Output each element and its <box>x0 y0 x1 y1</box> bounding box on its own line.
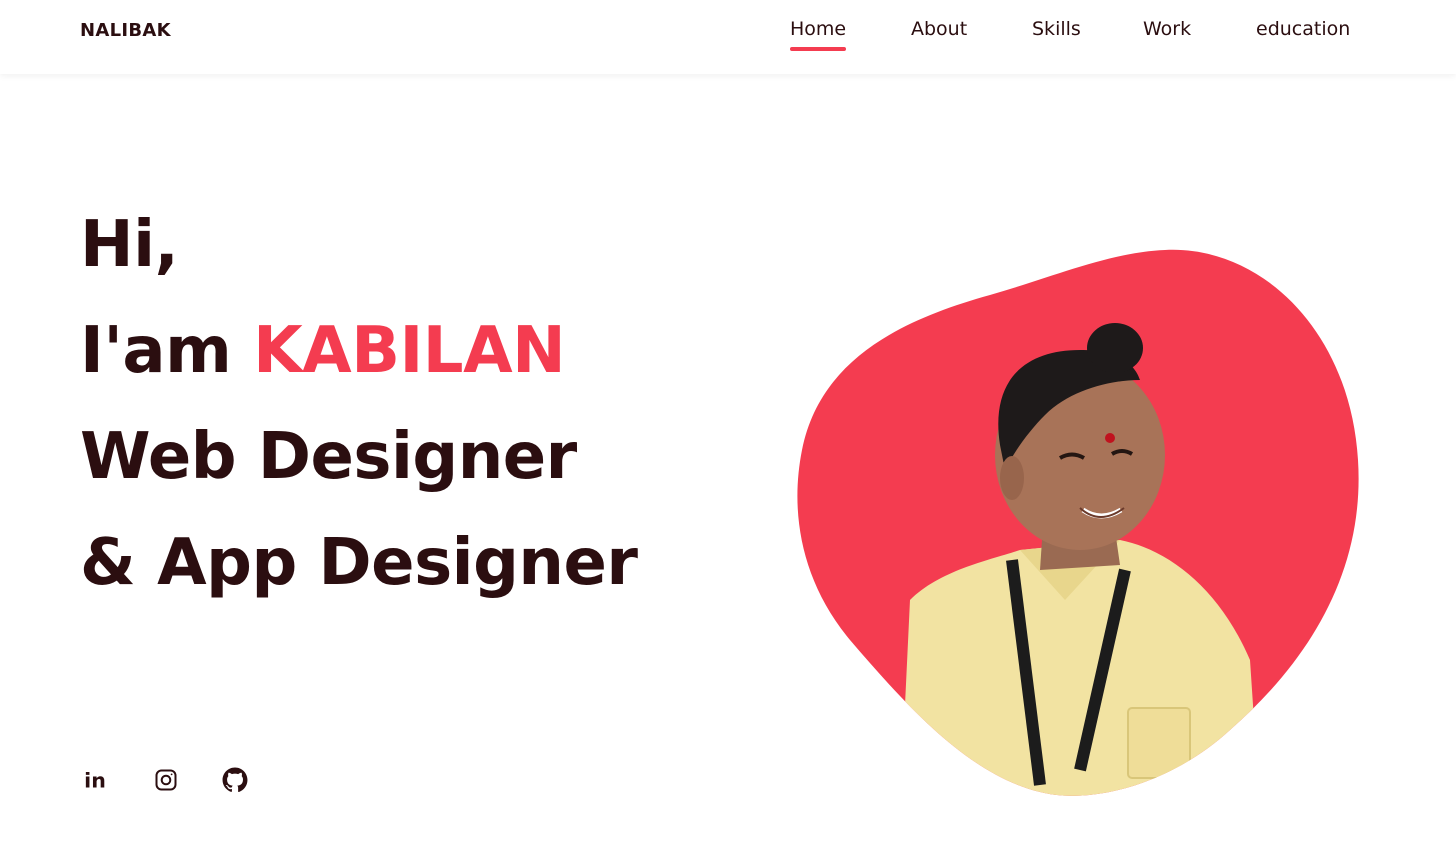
hero-intro-line: I'am KABILAN <box>80 298 637 404</box>
profile-photo <box>797 249 1359 796</box>
nav-link-skills[interactable]: Skills <box>1032 18 1081 48</box>
instagram-icon[interactable] <box>151 765 181 795</box>
github-icon[interactable] <box>220 765 250 795</box>
nav-link-home[interactable]: Home <box>790 18 847 51</box>
hero-greeting: Hi, <box>80 208 179 282</box>
hero-heading: Hi, I'am KABILAN Web Designer & App Desi… <box>80 192 638 616</box>
linkedin-icon[interactable]: in <box>80 765 110 795</box>
hero-role-app: & App Designer <box>80 526 638 600</box>
navbar: NALIBAK Home About Skills Work education <box>0 0 1456 74</box>
hero-intro: I'am <box>80 314 254 388</box>
hero-role-web: Web Designer <box>80 420 577 494</box>
hero-name: KABILAN <box>253 314 566 388</box>
nav-link-education[interactable]: education <box>1256 18 1350 48</box>
svg-text:in: in <box>84 769 106 793</box>
nav-link-work[interactable]: Work <box>1143 18 1191 48</box>
nav-link-about[interactable]: About <box>911 18 967 48</box>
nav-links: Home About Skills Work education <box>0 18 1456 58</box>
hero-image-blob <box>790 240 1370 810</box>
